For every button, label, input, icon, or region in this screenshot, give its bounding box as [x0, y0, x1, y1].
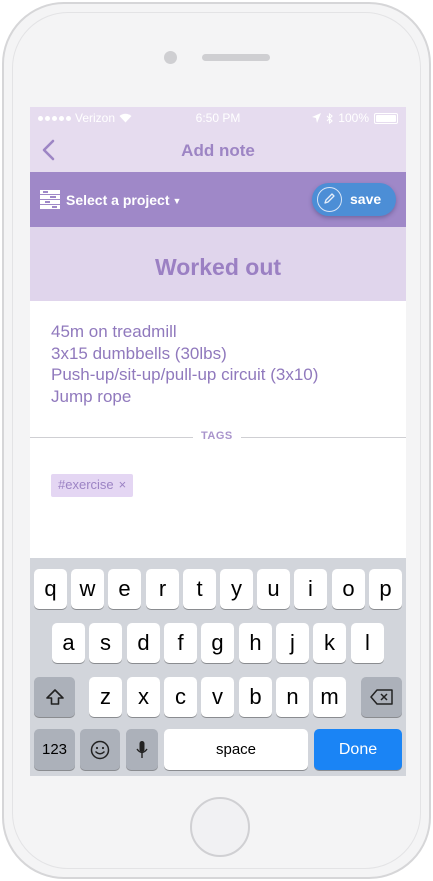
- key-o[interactable]: o: [332, 569, 365, 609]
- tag-remove-icon[interactable]: ×: [119, 477, 127, 492]
- location-icon: [312, 113, 322, 123]
- key-u[interactable]: u: [257, 569, 290, 609]
- note-line: Push-up/sit-up/pull-up circuit (3x10): [51, 365, 319, 384]
- key-s[interactable]: s: [89, 623, 122, 663]
- key-k[interactable]: k: [313, 623, 346, 663]
- note-title[interactable]: Worked out: [30, 254, 406, 281]
- key-g[interactable]: g: [201, 623, 234, 663]
- project-bar: Select a project ▼ save: [30, 172, 406, 227]
- emoji-icon: [90, 740, 110, 759]
- key-x[interactable]: x: [127, 677, 160, 717]
- battery-fill: [376, 114, 396, 122]
- key-v[interactable]: v: [201, 677, 234, 717]
- earpiece-speaker: [202, 54, 270, 61]
- tag-chip[interactable]: #exercise ×: [51, 474, 134, 497]
- numbers-key[interactable]: 123: [34, 729, 75, 770]
- backspace-icon: [369, 689, 393, 705]
- dictation-key[interactable]: [126, 729, 158, 770]
- key-m[interactable]: m: [313, 677, 346, 717]
- note-line: Jump rope: [51, 386, 132, 406]
- microphone-icon: [136, 740, 148, 758]
- keyboard: q w e r t y u i o p a s d f g h j k l z …: [30, 558, 406, 776]
- key-l[interactable]: l: [351, 623, 384, 663]
- backspace-key[interactable]: [361, 677, 402, 717]
- home-button[interactable]: [190, 797, 250, 857]
- battery-icon: [374, 112, 398, 124]
- save-button[interactable]: save: [312, 183, 396, 216]
- key-p[interactable]: p: [369, 569, 402, 609]
- shift-key[interactable]: [34, 677, 75, 717]
- key-t[interactable]: t: [183, 569, 216, 609]
- done-key[interactable]: Done: [314, 729, 402, 770]
- caret-down-icon: ▼: [172, 196, 182, 206]
- key-i[interactable]: i: [294, 569, 327, 609]
- battery-percent: 100%: [338, 111, 369, 125]
- key-c[interactable]: c: [164, 677, 197, 717]
- note-body[interactable]: 45m on treadmill 3x15 dumbbells (30lbs) …: [51, 321, 318, 407]
- navigation-bar: Add note: [30, 129, 406, 172]
- tags-section-label: TAGS: [193, 430, 241, 442]
- emoji-key[interactable]: [80, 729, 120, 770]
- status-right: 100%: [312, 111, 398, 125]
- bluetooth-icon: [326, 112, 334, 124]
- key-q[interactable]: q: [34, 569, 67, 609]
- note-line: 3x15 dumbbells (30lbs): [51, 343, 227, 363]
- key-y[interactable]: y: [220, 569, 253, 609]
- key-h[interactable]: h: [239, 623, 272, 663]
- space-key[interactable]: space: [164, 729, 308, 770]
- key-a[interactable]: a: [52, 623, 85, 663]
- key-f[interactable]: f: [164, 623, 197, 663]
- select-project-dropdown[interactable]: Select a project ▼: [66, 192, 181, 208]
- key-j[interactable]: j: [276, 623, 309, 663]
- key-r[interactable]: r: [146, 569, 179, 609]
- key-b[interactable]: b: [239, 677, 272, 717]
- key-d[interactable]: d: [127, 623, 160, 663]
- page-title: Add note: [181, 141, 255, 160]
- key-e[interactable]: e: [108, 569, 141, 609]
- save-label: save: [350, 191, 382, 207]
- note-title-area[interactable]: Worked out: [30, 227, 406, 301]
- project-list-icon[interactable]: [40, 190, 60, 209]
- key-z[interactable]: z: [89, 677, 122, 717]
- status-bar: Verizon 6:50 PM 100%: [30, 107, 406, 129]
- key-w[interactable]: w: [71, 569, 104, 609]
- tag-label: #exercise: [58, 477, 114, 492]
- key-n[interactable]: n: [276, 677, 309, 717]
- select-project-label: Select a project: [66, 192, 170, 208]
- app-screen: Verizon 6:50 PM 100% Add note Select a p…: [30, 107, 406, 776]
- note-line: 45m on treadmill: [51, 322, 177, 341]
- pencil-icon: [317, 187, 342, 212]
- shift-icon: [45, 689, 64, 705]
- front-camera: [164, 51, 177, 64]
